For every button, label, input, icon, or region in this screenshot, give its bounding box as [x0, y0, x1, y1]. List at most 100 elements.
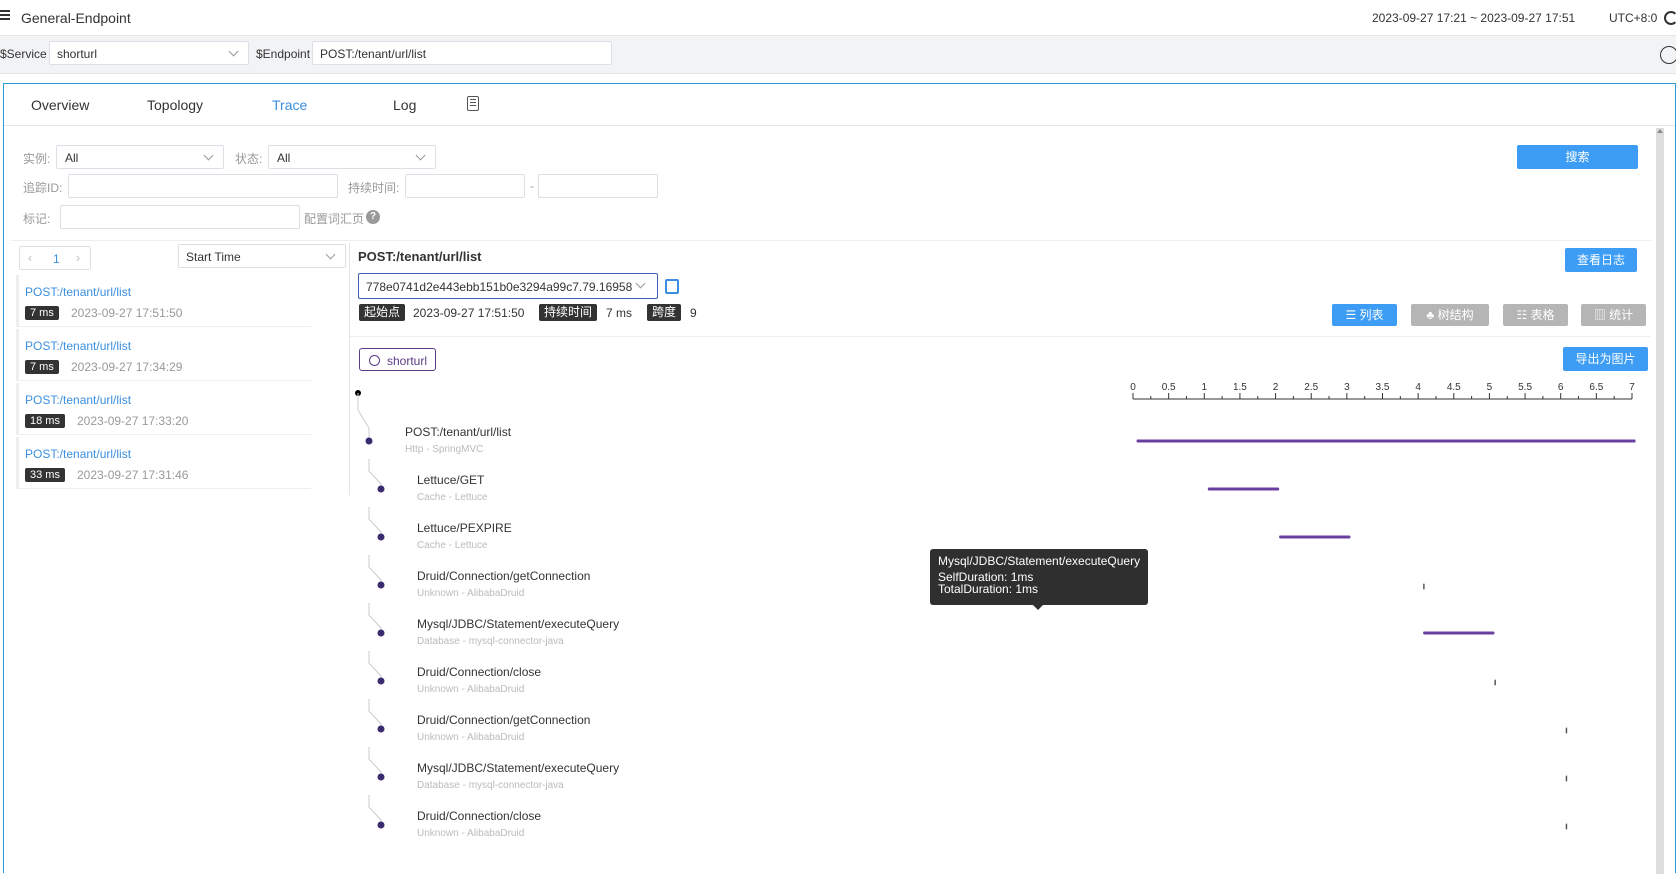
span-tooltip: Mysql/JDBC/Statement/executeQuery SelfDu… [930, 549, 1148, 610]
duration-max-input[interactable] [538, 174, 658, 198]
duration-tag: 持续时间 [539, 304, 598, 321]
trace-id-input[interactable] [68, 174, 338, 198]
span-name[interactable]: POST:/tenant/url/list [405, 425, 511, 439]
span-name[interactable]: Lettuce/GET [417, 473, 484, 487]
trace-id-value: 778e0741d2e443ebb151b0e3294a99c7.79.1695… [366, 280, 633, 294]
tabs-divider [4, 125, 1675, 126]
copy-icon[interactable] [665, 279, 679, 294]
service-select[interactable]: shorturl [49, 41, 249, 65]
clipboard-icon[interactable] [467, 96, 479, 111]
pagination: ‹ 1 › [19, 246, 91, 270]
service-name: shorturl [387, 354, 428, 368]
span-name[interactable]: Lettuce/PEXPIRE [417, 521, 512, 535]
view-tree-button[interactable]: ♣ 树结构 [1411, 304, 1489, 326]
sort-select[interactable]: Start Time [178, 244, 346, 268]
span-component: Http - SpringMVC [405, 444, 484, 455]
help-icon[interactable]: ? [366, 210, 380, 224]
search-button[interactable]: 搜索 [1517, 145, 1638, 169]
trace-list: ‹ 1 › Start Time POST:/tenant/url/list 7… [15, 243, 350, 495]
filter-bar: $Service shorturl $Endpoint POST:/tenant… [0, 36, 1676, 74]
tooltip-title: Mysql/JDBC/Statement/executeQuery [938, 554, 1141, 568]
span-component: Unknown - AlibabaDruid [417, 828, 525, 839]
duration-badge: 7 ms [25, 360, 59, 374]
status-label: 状态: [235, 152, 263, 166]
current-page[interactable]: 1 [53, 252, 60, 266]
trace-endpoint[interactable]: POST:/tenant/url/list [25, 393, 131, 407]
span-component: Database - mysql-connector-java [417, 780, 564, 791]
duration-value: 7 ms [606, 306, 633, 320]
duration-separator: - [530, 179, 534, 193]
toggle-icon[interactable] [1660, 46, 1676, 64]
detail-divider [350, 336, 1650, 337]
vertical-scrollbar[interactable] [1656, 128, 1664, 874]
service-value: shorturl [57, 47, 98, 61]
endpoint-value: POST:/tenant/url/list [320, 47, 427, 61]
instance-label: 实例: [23, 152, 51, 166]
time-range[interactable]: 2023-09-27 17:21 ~ 2023-09-27 17:51 [1372, 11, 1575, 25]
page-title: General-Endpoint [21, 10, 131, 26]
chevron-down-icon [415, 150, 426, 161]
start-tag: 起始点 [359, 304, 406, 321]
prev-page-icon[interactable]: ‹ [28, 251, 32, 265]
endpoint-label: $Endpoint [256, 47, 311, 61]
span-component: Database - mysql-connector-java [417, 636, 564, 647]
trace-endpoint[interactable]: POST:/tenant/url/list [25, 339, 131, 353]
span-component: Cache - Lettuce [417, 492, 488, 503]
service-chip[interactable]: shorturl [359, 348, 436, 371]
service-label: $Service [0, 47, 47, 61]
span-name[interactable]: Mysql/JDBC/Statement/executeQuery [417, 617, 619, 631]
trace-list-item[interactable]: POST:/tenant/url/list 18 ms 2023-09-27 1… [16, 383, 311, 435]
tags-input[interactable] [60, 205, 300, 229]
trace-id-select[interactable]: 778e0741d2e443ebb151b0e3294a99c7.79.1695… [358, 273, 658, 299]
view-stats-button[interactable]: ▥ 统计 [1581, 304, 1646, 326]
chevron-down-icon [228, 46, 239, 57]
view-table-button[interactable]: ☷ 表格 [1503, 304, 1568, 326]
view-list-button[interactable]: ☰ 列表 [1332, 304, 1397, 326]
span-count-value: 9 [690, 306, 697, 320]
search-divider [11, 240, 1651, 241]
tab-topology[interactable]: Topology [147, 97, 203, 113]
chevron-down-icon [203, 150, 214, 161]
trace-time: 2023-09-27 17:33:20 [77, 414, 189, 428]
next-page-icon[interactable]: › [76, 251, 80, 265]
top-bar: General-Endpoint 2023-09-27 17:21 ~ 2023… [0, 0, 1676, 36]
instance-select[interactable]: All [56, 145, 224, 169]
view-logs-button[interactable]: 查看日志 [1565, 248, 1637, 272]
tab-overview[interactable]: Overview [31, 97, 89, 113]
trace-time: 2023-09-27 17:51:50 [71, 306, 183, 320]
export-image-button[interactable]: 导出为图片 [1563, 347, 1648, 371]
duration-badge: 18 ms [25, 414, 65, 428]
span-component: Unknown - AlibabaDruid [417, 588, 525, 599]
timezone-label[interactable]: UTC+8:0 [1609, 11, 1657, 25]
refresh-icon[interactable] [1664, 11, 1676, 25]
duration-badge: 33 ms [25, 468, 65, 482]
chevron-down-icon [325, 249, 336, 260]
span-name[interactable]: Mysql/JDBC/Statement/executeQuery [417, 761, 619, 775]
menu-icon[interactable] [0, 10, 10, 22]
trace-id-label: 追踪ID: [23, 181, 63, 195]
tooltip-total-duration: TotalDuration: 1ms [938, 582, 1039, 596]
trace-list-item[interactable]: POST:/tenant/url/list 7 ms 2023-09-27 17… [16, 275, 311, 327]
trace-list-item[interactable]: POST:/tenant/url/list 7 ms 2023-09-27 17… [16, 329, 311, 381]
trace-endpoint[interactable]: POST:/tenant/url/list [25, 285, 131, 299]
scroll-up-icon[interactable] [1657, 129, 1663, 133]
tab-log[interactable]: Log [393, 97, 416, 113]
trace-list-item[interactable]: POST:/tenant/url/list 33 ms 2023-09-27 1… [16, 437, 311, 489]
span-count-tag: 跨度 [647, 304, 682, 321]
span-name[interactable]: Druid/Connection/getConnection [417, 713, 590, 727]
span-name[interactable]: Druid/Connection/close [417, 665, 541, 679]
trace-time: 2023-09-27 17:34:29 [71, 360, 183, 374]
trace-endpoint[interactable]: POST:/tenant/url/list [25, 447, 131, 461]
duration-min-input[interactable] [405, 174, 525, 198]
span-component: Unknown - AlibabaDruid [417, 732, 525, 743]
span-name[interactable]: Druid/Connection/close [417, 809, 541, 823]
tab-trace[interactable]: Trace [272, 97, 307, 113]
circle-icon [369, 355, 380, 366]
endpoint-select[interactable]: POST:/tenant/url/list [312, 41, 612, 65]
config-vocab-link[interactable]: 配置词汇页 [304, 210, 364, 227]
duration-badge: 7 ms [25, 306, 59, 320]
sort-value: Start Time [186, 250, 241, 264]
tags-label: 标记: [23, 212, 51, 226]
status-select[interactable]: All [268, 145, 436, 169]
span-name[interactable]: Druid/Connection/getConnection [417, 569, 590, 583]
